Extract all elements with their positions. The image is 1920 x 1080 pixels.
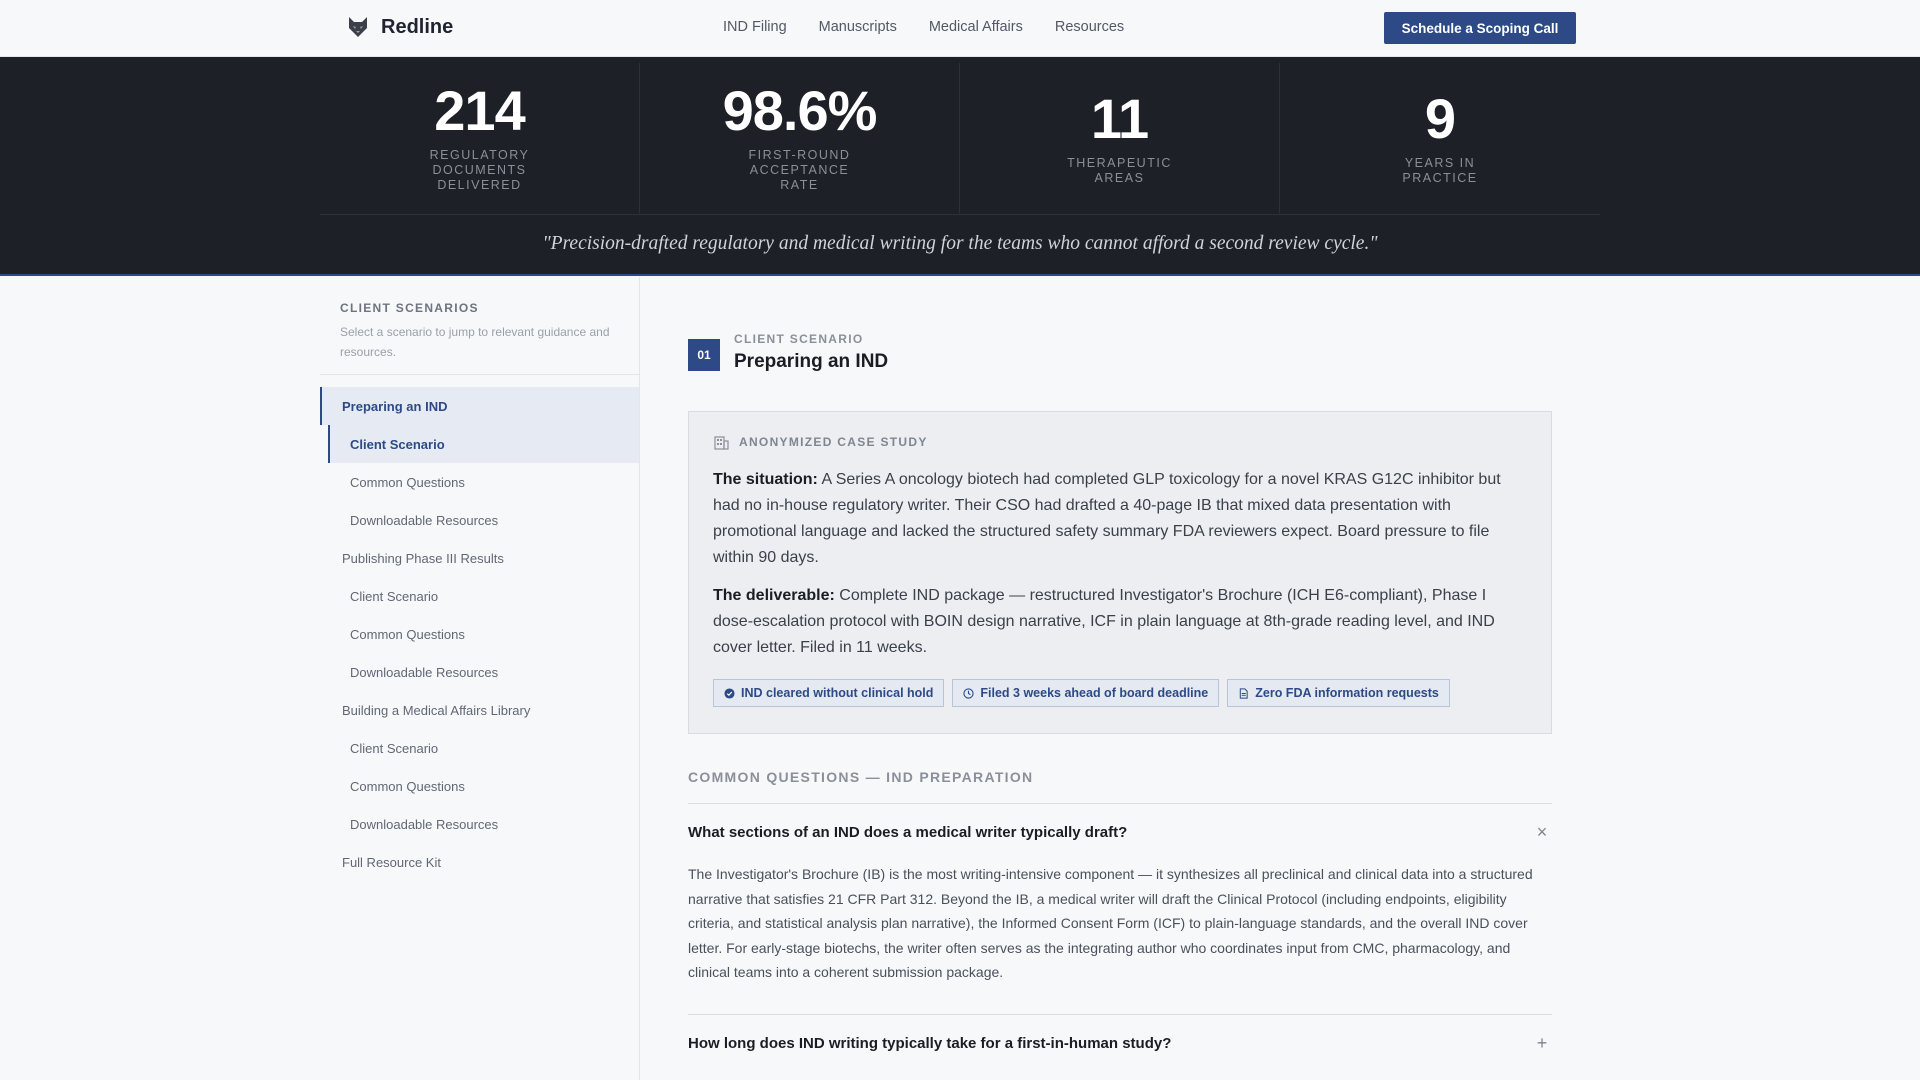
stat-therapeutic-areas: 11 Therapeutic Areas [960, 63, 1280, 213]
case-study-heading: Anonymized Case Study [739, 435, 928, 449]
stat-value: 11 [1090, 86, 1149, 150]
chip-label: IND cleared without clinical hold [741, 686, 934, 700]
sidebar-item-downloadable-resources[interactable]: Downloadable Resources [320, 501, 639, 539]
scenario-number-badge: 01 [688, 339, 720, 371]
stat-label: Regulatory Documents Delivered [429, 148, 530, 192]
scenario-header: 01 Client Scenario Preparing an IND [688, 332, 888, 373]
top-nav: Redline IND Filing Manuscripts Medical A… [0, 0, 1920, 57]
check-circle-icon [724, 687, 735, 699]
sidebar-item-medical-affairs-library[interactable]: Building a Medical Affairs Library [320, 691, 639, 729]
sidebar-item-client-scenario[interactable]: Client Scenario [320, 577, 639, 615]
case-study-card: Anonymized Case Study The situation: A S… [688, 411, 1552, 734]
tagline: "Precision-drafted regulatory and medica… [542, 233, 1378, 254]
stat-acceptance-rate: 98.6% First-Round Acceptance Rate [640, 63, 960, 213]
stat-value: 98.6% [722, 79, 878, 142]
band-divider [320, 214, 1600, 215]
sidebar-nav: Preparing an IND Client Scenario Common … [320, 387, 639, 881]
scenario-sidebar: Client Scenarios Select a scenario to ju… [320, 277, 640, 1080]
sidebar-item-downloadable-resources[interactable]: Downloadable Resources [320, 805, 639, 843]
faq-item-expanded: What sections of an IND does a medical w… [688, 822, 1552, 985]
nav-links: IND Filing Manuscripts Medical Affairs R… [723, 19, 1124, 35]
sidebar-item-common-questions[interactable]: Common Questions [320, 463, 639, 501]
scenario-title: Preparing an IND [734, 351, 889, 372]
faq-question-text: How long does IND writing typically take… [688, 1035, 1172, 1052]
sidebar-item-common-questions[interactable]: Common Questions [320, 615, 639, 653]
sidebar-item-client-scenario[interactable]: Client Scenario [328, 425, 639, 463]
stat-documents: 214 Regulatory Documents Delivered [320, 63, 640, 213]
stat-label: Therapeutic Areas [1067, 155, 1172, 185]
scenario-heading: Client Scenario Preparing an IND [734, 332, 888, 373]
plus-icon[interactable]: + [1532, 1033, 1552, 1054]
close-icon[interactable]: × [1532, 822, 1552, 843]
faq-question[interactable]: How long does IND writing typically take… [688, 1033, 1552, 1054]
case-study-header: Anonymized Case Study [713, 434, 1527, 450]
outcome-chip: Zero FDA information requests [1227, 679, 1450, 707]
chip-label: Filed 3 weeks ahead of board deadline [980, 686, 1209, 700]
faq-answer: The Investigator's Brochure (IB) is the … [688, 866, 1533, 980]
sidebar-item-client-scenario[interactable]: Client Scenario [320, 729, 639, 767]
stat-value: 9 [1424, 86, 1456, 150]
stat-label: First-Round Acceptance Rate [748, 148, 851, 192]
chip-label: Zero FDA information requests [1255, 686, 1439, 700]
faq-section-title: Common Questions — IND Preparation [688, 769, 1034, 785]
brand-name: Redline [381, 15, 454, 38]
clock-icon [963, 687, 975, 699]
sidebar-header: Client Scenarios Select a scenario to ju… [320, 277, 639, 375]
nav-link-ind-filing[interactable]: IND Filing [723, 19, 787, 35]
sidebar-item-preparing-ind[interactable]: Preparing an IND [320, 387, 639, 425]
sidebar-item-downloadable-resources[interactable]: Downloadable Resources [320, 653, 639, 691]
stats-row: 214 Regulatory Documents Delivered 98.6%… [320, 63, 1600, 213]
outcome-chips: IND cleared without clinical hold Filed … [713, 679, 1527, 707]
faq-question[interactable]: What sections of an IND does a medical w… [688, 822, 1552, 843]
sidebar-title: Client Scenarios [340, 301, 479, 315]
deliverable-paragraph: The deliverable: Complete IND package — … [713, 583, 1527, 661]
stats-band: 214 Regulatory Documents Delivered 98.6%… [0, 57, 1920, 276]
stat-years: 9 Years in Practice [1280, 63, 1600, 213]
scenario-eyebrow: Client Scenario [734, 332, 864, 346]
situation-label: The situation: [713, 471, 818, 488]
situation-paragraph: The situation: A Series A oncology biote… [713, 467, 1527, 571]
situation-text: A Series A oncology biotech had complete… [713, 471, 1501, 566]
deliverable-label: The deliverable: [713, 587, 835, 604]
faq-divider [688, 1014, 1552, 1015]
sidebar-description: Select a scenario to jump to relevant gu… [340, 325, 610, 359]
document-icon [1240, 687, 1248, 699]
nav-link-manuscripts[interactable]: Manuscripts [819, 19, 897, 35]
sidebar-item-publishing-phase-iii[interactable]: Publishing Phase III Results [320, 539, 639, 577]
faq-item-collapsed: How long does IND writing typically take… [688, 1033, 1552, 1054]
brand[interactable]: Redline [347, 15, 453, 39]
outcome-chip: Filed 3 weeks ahead of board deadline [952, 679, 1220, 707]
faq-divider [688, 803, 1552, 804]
outcome-chip: IND cleared without clinical hold [713, 679, 945, 707]
building-icon [714, 436, 729, 450]
wolf-logo-icon [349, 17, 367, 37]
nav-link-resources[interactable]: Resources [1055, 19, 1124, 35]
sidebar-item-common-questions[interactable]: Common Questions [320, 767, 639, 805]
stat-label: Years in Practice [1402, 155, 1478, 185]
schedule-call-button[interactable]: Schedule a Scoping Call [1384, 12, 1576, 44]
nav-link-medical-affairs[interactable]: Medical Affairs [929, 19, 1023, 35]
sidebar-item-full-resource-kit[interactable]: Full Resource Kit [320, 843, 639, 881]
faq-question-text: What sections of an IND does a medical w… [688, 824, 1128, 841]
stat-value: 214 [434, 79, 525, 142]
